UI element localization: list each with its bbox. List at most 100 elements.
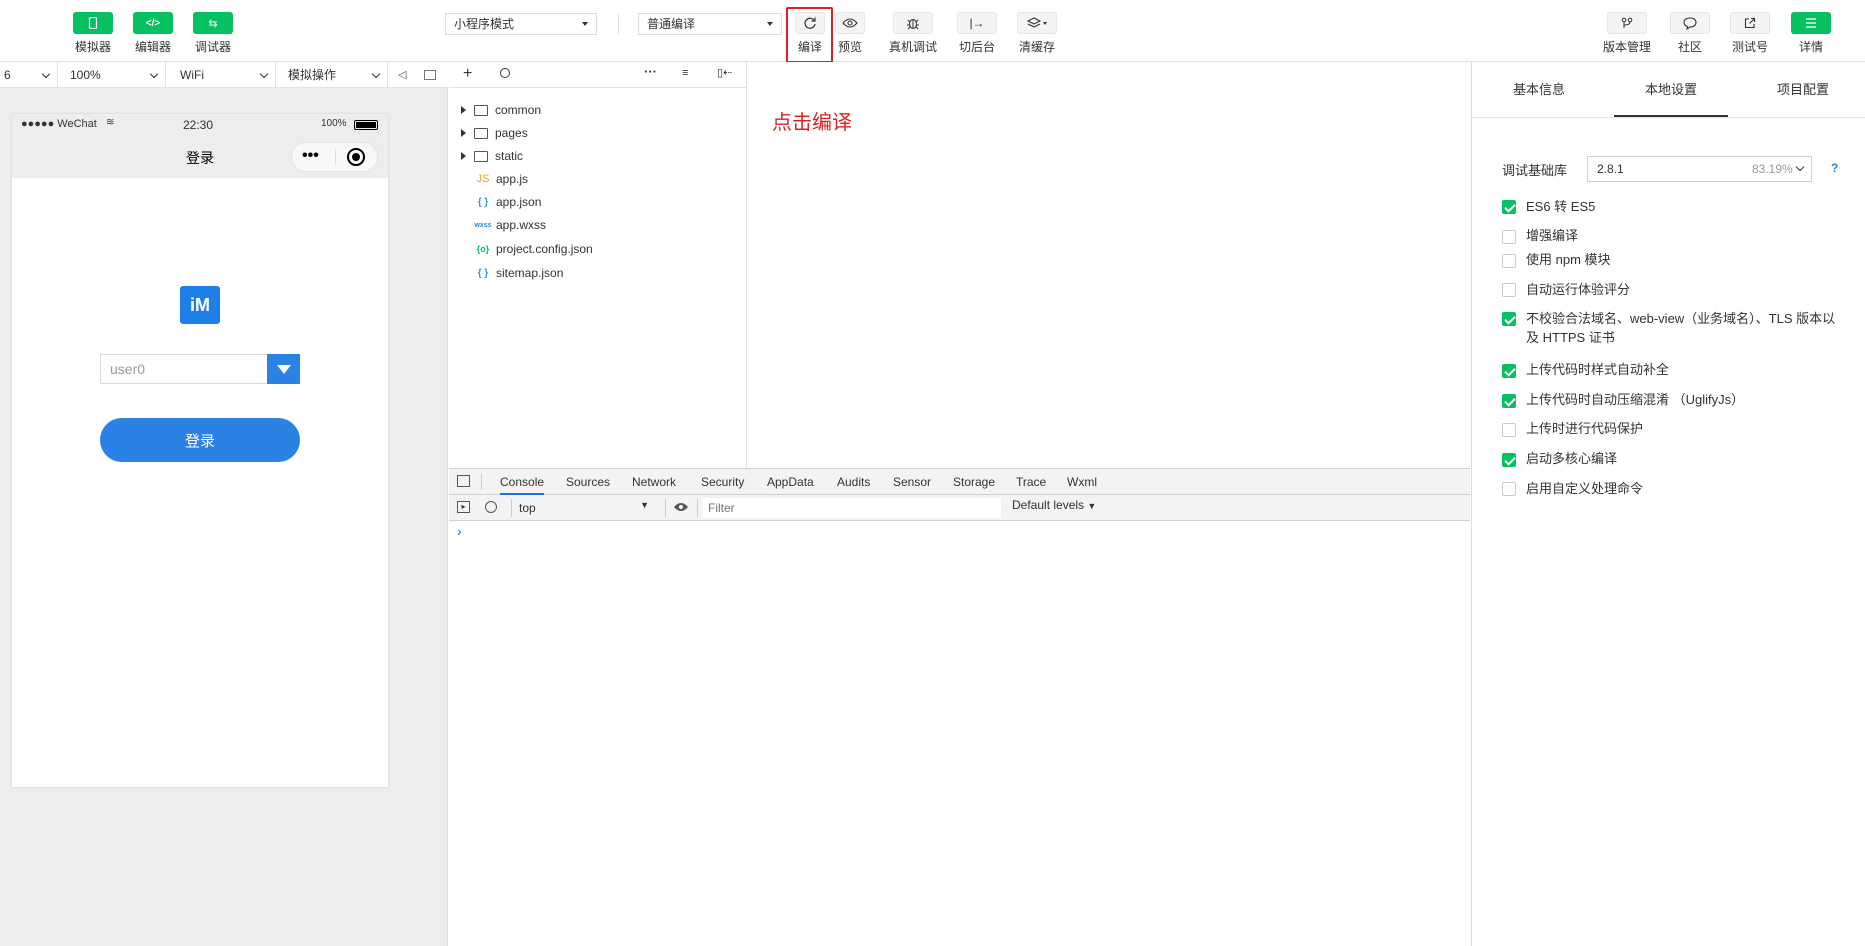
compile-mode-select[interactable]: 普通编译 [638,13,782,35]
device-select[interactable]: 6 [0,62,58,88]
remote-debug-button[interactable]: 真机调试 [883,12,943,55]
phone-time: 22:30 [183,118,214,132]
clear-console-icon[interactable] [485,501,497,513]
checkbox-multicore-compile[interactable] [1502,453,1516,467]
carrier-label: ●●●●● WeChat [21,118,97,130]
simulator-toggle-button[interactable]: 模拟器 [63,12,123,55]
version-control-label: 版本管理 [1602,40,1651,54]
tab-security[interactable]: Security [701,469,744,495]
community-button[interactable]: 社区 [1660,12,1720,55]
option-label: 启动多核心编译 [1526,451,1618,466]
username-input[interactable] [101,355,265,383]
sidebar-toggle-icon[interactable]: ▸ [457,501,470,513]
tab-storage[interactable]: Storage [953,469,995,495]
collapse-all-icon[interactable]: ≡ [682,67,688,79]
debugger-toggle-button[interactable]: ⇆ 调试器 [183,12,243,55]
checkbox-uglify[interactable] [1502,394,1516,408]
checkbox-code-protect[interactable] [1502,423,1516,437]
chevron-down-icon [149,69,159,79]
clear-cache-button[interactable]: 清缓存 [1007,12,1067,55]
zoom-select[interactable]: 100% [58,62,166,88]
wxss-file-icon: wxss [474,221,492,229]
console-filter-input[interactable] [703,498,1001,518]
tab-wxml[interactable]: Wxml [1067,469,1097,495]
login-button[interactable]: 登录 [100,418,300,462]
tab-network[interactable]: Network [632,469,676,495]
checkbox-es6-to-es5[interactable] [1502,200,1516,214]
tab-basic-info[interactable]: 基本信息 [1484,62,1594,117]
test-account-button[interactable]: 测试号 [1720,12,1780,55]
search-icon[interactable] [500,68,510,78]
username-picker[interactable] [100,354,300,384]
phone-screen: ●●●●● WeChat ≋ 22:30 100% 登录 ••• iM user… [12,114,388,787]
hide-tree-icon[interactable]: ▯⇠ [717,66,732,79]
tree-folder-static[interactable]: static [461,146,523,166]
tree-item-label: app.js [496,172,529,186]
tree-item-label: app.wxss [496,218,547,232]
preview-button[interactable]: 预览 [820,12,880,55]
chevron-down-icon [1795,162,1805,172]
help-icon[interactable]: ? [1831,161,1838,175]
tab-audits[interactable]: Audits [837,469,870,495]
checkbox-custom-commands[interactable] [1502,482,1516,496]
username-dropdown-button[interactable] [267,354,300,384]
checkbox-auto-audit[interactable] [1502,283,1516,297]
tab-project-config[interactable]: 项目配置 [1748,62,1858,117]
app-logo: iM [180,286,220,324]
editor-toggle-button[interactable]: </> 编辑器 [123,12,183,55]
clear-cache-label: 清缓存 [1018,40,1055,54]
sim-ops-value: 模拟操作 [288,68,337,82]
lib-percent: 83.19% [1752,162,1793,176]
simulator-label: 模拟器 [74,40,111,54]
editor-area[interactable]: 点击编译 [748,62,1470,468]
tab-trace[interactable]: Trace [1016,469,1046,495]
mode-select[interactable]: 小程序模式 [445,13,597,35]
more-dots-icon[interactable]: ••• [302,147,319,165]
tab-sensor[interactable]: Sensor [893,469,931,495]
version-control-button[interactable]: 版本管理 [1597,12,1657,55]
checkbox-skip-domain-check[interactable] [1502,312,1516,326]
tab-local-settings[interactable]: 本地设置 [1614,62,1728,117]
option-label: ES6 转 ES5 [1526,199,1596,214]
volume-icon[interactable]: ◁ [398,68,406,81]
expand-arrow-icon [461,129,466,137]
remote-debug-label: 真机调试 [888,40,937,54]
option-label: 上传代码时自动压缩混淆 （UglifyJs） [1526,392,1745,407]
tree-folder-common[interactable]: common [461,100,541,120]
project-settings-panel: 基本信息 本地设置 项目配置 调试基础库 2.8.1 83.19% ? ES6 … [1471,62,1865,946]
option-label: 上传代码时样式自动补全 [1526,362,1670,377]
tree-file-project-config[interactable]: {o} project.config.json [473,239,593,259]
json-file-icon: { } [477,267,489,279]
lib-version-select[interactable]: 2.8.1 83.19% [1587,156,1812,182]
tree-file-sitemap-json[interactable]: { } sitemap.json [473,263,564,283]
tree-folder-pages[interactable]: pages [461,123,528,143]
more-icon[interactable]: ··· [644,64,657,79]
add-file-icon[interactable]: + [463,65,472,83]
tab-sources[interactable]: Sources [566,469,610,495]
js-file-icon: JS [476,173,490,185]
simulator-panel: 6 100% WiFi 模拟操作 ◁ ●●●●● WeChat ≋ 22:30 … [0,62,448,946]
context-select[interactable]: top ▼ [519,498,649,518]
background-switch-button[interactable]: |→ 切后台 [947,12,1007,55]
close-capsule-icon[interactable] [347,148,365,166]
file-tree-toolbar: + ··· ≡ ▯⇠ [449,62,747,88]
inspect-element-icon[interactable] [457,475,470,487]
window-icon[interactable] [424,70,436,80]
tree-file-app-js[interactable]: JS app.js [473,169,528,189]
log-levels-select[interactable]: Default levels ▼ [1012,498,1096,512]
mode-select-value: 小程序模式 [454,17,515,31]
console-output[interactable]: › [449,521,1470,946]
phone-icon [73,12,113,34]
checkbox-enhanced-compile[interactable] [1502,230,1516,244]
eye-icon[interactable] [673,501,689,515]
details-button[interactable]: 详情 [1781,12,1841,55]
tab-console[interactable]: Console [500,469,545,495]
tab-appdata[interactable]: AppData [767,469,814,495]
checkbox-style-autoprefix[interactable] [1502,364,1516,378]
network-select[interactable]: WiFi [166,62,276,88]
checkbox-npm-modules[interactable] [1502,254,1516,268]
sim-ops-select[interactable]: 模拟操作 [276,62,388,88]
tree-file-app-json[interactable]: { } app.json [473,192,542,212]
battery-icon [354,120,378,130]
tree-file-app-wxss[interactable]: wxss app.wxss [473,215,546,235]
